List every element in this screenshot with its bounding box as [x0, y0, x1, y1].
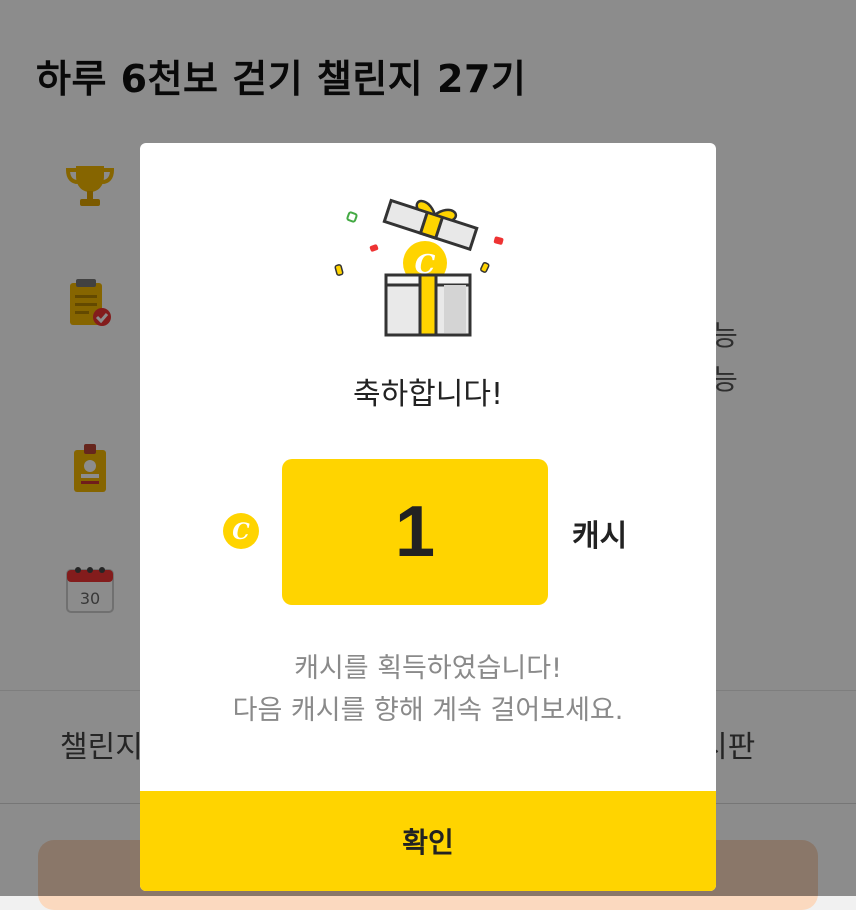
reward-message-line2: 다음 캐시를 향해 계속 걸어보세요. [232, 695, 624, 726]
cash-coin-icon: C [222, 512, 260, 550]
confirm-button[interactable]: 확인 [140, 791, 716, 891]
reward-unit: 캐시 [572, 519, 628, 554]
reward-amount: 1 [394, 492, 436, 572]
svg-text:C: C [232, 519, 250, 545]
reward-amount-box: 1 [282, 459, 548, 605]
gift-box-icon: C [328, 193, 528, 343]
reward-amount-row: C 1 캐시 [140, 459, 716, 605]
reward-message: 캐시를 획득하였습니다! 다음 캐시를 향해 계속 걸어보세요. [140, 648, 716, 732]
reward-message-line1: 캐시를 획득하였습니다! [294, 653, 562, 684]
reward-modal: C 축하합니다! C 1 캐시 캐시를 획득하였습니다! 다음 캐시를 향해 계… [140, 143, 716, 891]
congrats-heading: 축하합니다! [352, 377, 504, 412]
